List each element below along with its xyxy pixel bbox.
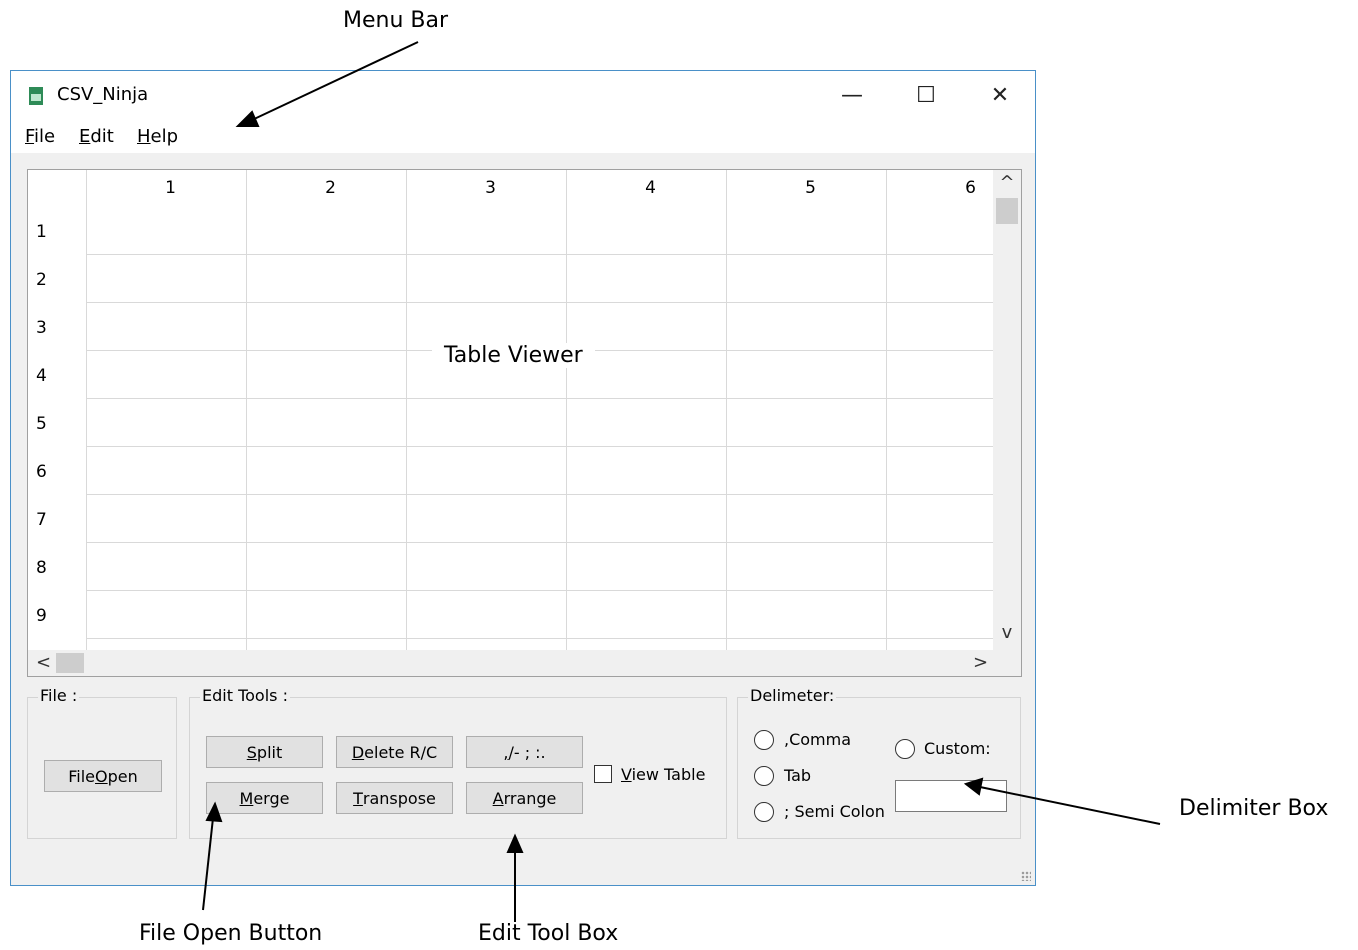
custom-radio[interactable]	[895, 739, 915, 759]
menu-bar: File Edit Help	[11, 119, 1035, 153]
file-open-button[interactable]: File Open	[44, 760, 162, 792]
tab-label[interactable]: Tab	[784, 766, 811, 785]
menu-edit-label: dit	[90, 126, 114, 147]
delete-accel: D	[351, 742, 365, 762]
delimiter-group-title: Delimeter:	[748, 686, 837, 705]
merge-button[interactable]: Merge	[206, 782, 323, 814]
scroll-down-icon[interactable]: v	[993, 622, 1021, 643]
merge-accel: M	[239, 788, 254, 808]
file-open-label-accel: O	[95, 766, 108, 786]
symbols-label: /- ; :.	[508, 742, 546, 762]
row-header[interactable]: 3	[36, 318, 47, 338]
callout-menu-bar: Menu Bar	[343, 8, 449, 33]
menu-file[interactable]: File	[25, 126, 55, 147]
edit-tools-groupbox: Edit Tools : Split Delete R/C ,/- ; :. M…	[189, 686, 727, 839]
arrange-button[interactable]: Arrange	[466, 782, 583, 814]
file-groupbox: File : File Open	[27, 686, 177, 839]
edit-group-title: Edit Tools :	[200, 686, 290, 705]
scroll-left-icon[interactable]: <	[36, 652, 51, 673]
vertical-scroll-thumb[interactable]	[996, 198, 1018, 224]
split-accel: S	[246, 742, 257, 762]
menu-file-label: ile	[34, 126, 56, 147]
vertical-scrollbar[interactable]: ^ v	[993, 170, 1021, 650]
split-label: plit	[256, 742, 283, 762]
view-table-text: iew Table	[631, 765, 706, 784]
row-header[interactable]: 1	[36, 222, 47, 242]
comma-label[interactable]: ,Comma	[784, 730, 851, 749]
grid-lines	[86, 170, 993, 650]
custom-delimiter-input[interactable]	[895, 780, 1007, 812]
row-header[interactable]: 2	[36, 270, 47, 290]
view-table-accel: V	[621, 765, 632, 784]
arrange-label: rrange	[503, 788, 557, 808]
column-header[interactable]: 2	[316, 178, 336, 198]
menu-help[interactable]: Help	[137, 126, 178, 147]
table-viewer[interactable]: 1 2 3 4 5 6 1 2 3 4 5 6 7 8 9 Table View…	[27, 169, 1022, 677]
row-header[interactable]: 9	[36, 606, 47, 626]
close-button[interactable]: ✕	[963, 71, 1037, 119]
scroll-up-icon[interactable]: ^	[993, 172, 1021, 193]
symbols-button[interactable]: ,/- ; :.	[466, 736, 583, 768]
row-header[interactable]: 6	[36, 462, 47, 482]
callout-file-open-button: File Open Button	[139, 921, 323, 946]
menu-help-label: elp	[150, 126, 179, 147]
horizontal-scroll-thumb[interactable]	[56, 653, 84, 673]
app-window: CSV_Ninja — ☐ ✕ File Edit Help 1 2 3 4 5…	[10, 70, 1036, 886]
callout-delimiter-box: Delimiter Box	[1179, 796, 1329, 821]
tab-radio[interactable]	[754, 766, 774, 786]
row-header[interactable]: 8	[36, 558, 47, 578]
column-header[interactable]: 1	[156, 178, 176, 198]
menu-file-accel: F	[25, 126, 35, 147]
delimiter-groupbox: Delimeter: ,Comma Tab ; Semi Colon Custo…	[737, 686, 1021, 839]
custom-label[interactable]: Custom:	[924, 739, 991, 758]
callout-table-viewer: Table Viewer	[432, 343, 595, 368]
menu-edit[interactable]: Edit	[79, 126, 114, 147]
row-header[interactable]: 4	[36, 366, 47, 386]
file-group-title: File :	[38, 686, 80, 705]
horizontal-scrollbar[interactable]: < >	[28, 650, 1021, 676]
transpose-label: ranspose	[362, 788, 436, 808]
column-header[interactable]: 4	[636, 178, 656, 198]
window-title: CSV_Ninja	[57, 84, 149, 105]
delete-label: elete R/C	[364, 742, 438, 762]
file-open-label-pre: File	[68, 766, 96, 786]
row-header[interactable]: 5	[36, 414, 47, 434]
view-table-checkbox[interactable]	[594, 765, 612, 783]
row-header[interactable]: 7	[36, 510, 47, 530]
callout-edit-tool-box: Edit Tool Box	[478, 921, 619, 946]
minimize-button[interactable]: —	[815, 71, 889, 119]
comma-radio[interactable]	[754, 730, 774, 750]
column-header[interactable]: 6	[956, 178, 976, 198]
delete-rc-button[interactable]: Delete R/C	[336, 736, 453, 768]
transpose-button[interactable]: Transpose	[336, 782, 453, 814]
csv-file-icon	[29, 87, 43, 105]
title-bar: CSV_Ninja — ☐ ✕	[11, 71, 1035, 119]
menu-edit-accel: E	[79, 126, 91, 147]
maximize-button[interactable]: ☐	[889, 71, 963, 119]
merge-label: erge	[253, 788, 290, 808]
view-table-label[interactable]: View Table	[621, 765, 705, 784]
arrange-accel: A	[492, 788, 504, 808]
resize-grip-icon[interactable]	[1021, 871, 1031, 881]
file-open-label-post: pen	[107, 766, 138, 786]
semicolon-label[interactable]: ; Semi Colon	[784, 802, 885, 821]
transpose-accel: T	[353, 788, 363, 808]
semicolon-radio[interactable]	[754, 802, 774, 822]
column-header[interactable]: 3	[476, 178, 496, 198]
column-header[interactable]: 5	[796, 178, 816, 198]
scroll-right-icon[interactable]: >	[973, 652, 988, 673]
menu-help-accel: H	[137, 126, 151, 147]
split-button[interactable]: Split	[206, 736, 323, 768]
